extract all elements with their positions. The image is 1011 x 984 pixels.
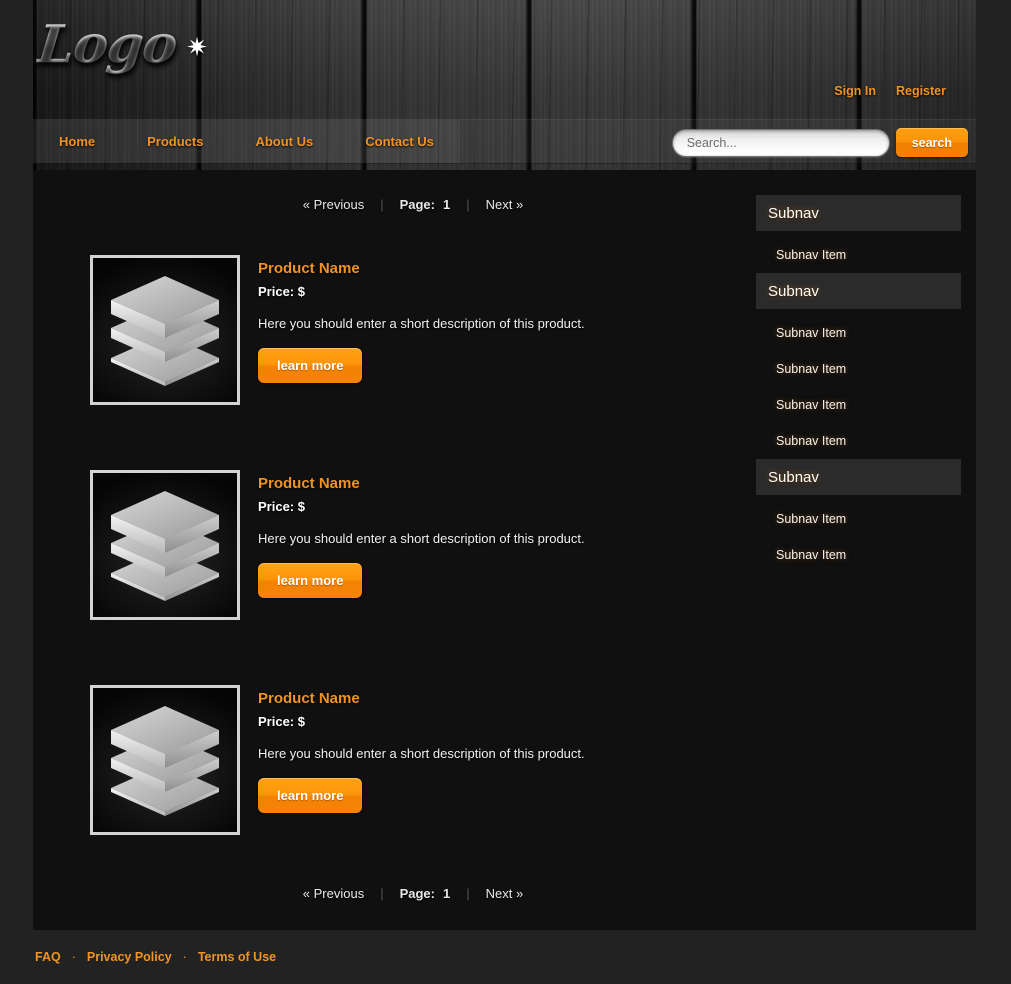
- product-thumbnail[interactable]: [90, 470, 240, 620]
- product-info: Product Name Price: $ Here you should en…: [258, 475, 738, 598]
- learn-more-button[interactable]: learn more: [258, 778, 363, 813]
- site-header: Logo ✷ Sign In Register Home Products Ab…: [33, 0, 976, 170]
- product-row: Product Name Price: $ Here you should en…: [90, 470, 750, 685]
- pagination-separator: |: [466, 197, 470, 212]
- sidebar-item-subnav[interactable]: Subnav Item: [756, 315, 961, 351]
- nav-item-contact-us[interactable]: Contact Us: [339, 120, 460, 163]
- sidebar-item-subnav[interactable]: Subnav Item: [756, 501, 961, 537]
- sidebar-item-subnav[interactable]: Subnav Item: [756, 237, 961, 273]
- product-price: Price: $: [258, 284, 305, 299]
- nav-item-about-us[interactable]: About Us: [229, 120, 340, 163]
- register-link[interactable]: Register: [896, 84, 946, 98]
- next-page-link[interactable]: Next »: [472, 197, 538, 212]
- nav-link-about-us[interactable]: About Us: [229, 120, 340, 163]
- stacked-layers-icon: [111, 491, 219, 601]
- subnav-header: Subnav: [756, 195, 961, 231]
- stacked-layers-icon: [111, 706, 219, 816]
- product-description: Here you should enter a short descriptio…: [258, 316, 585, 331]
- learn-more-button[interactable]: learn more: [258, 563, 363, 598]
- footer-link-faq[interactable]: FAQ: [35, 950, 61, 964]
- product-description: Here you should enter a short descriptio…: [258, 531, 585, 546]
- product-thumbnail[interactable]: [90, 255, 240, 405]
- footer-link-privacy-policy[interactable]: Privacy Policy: [87, 950, 172, 964]
- site-footer: FAQ · Privacy Policy · Terms of Use: [0, 930, 1011, 984]
- main-navigation: Home Products About Us Contact Us search: [33, 119, 976, 164]
- starburst-icon: ✷: [186, 32, 208, 62]
- stacked-layers-icon: [111, 276, 219, 386]
- pagination-separator: |: [380, 197, 384, 212]
- content-panel: « Previous | Page: 1 | Next » Product Na…: [33, 170, 976, 930]
- page-label: Page:: [399, 197, 435, 212]
- page-root: Logo ✷ Sign In Register Home Products Ab…: [0, 0, 1011, 984]
- product-price: Price: $: [258, 499, 305, 514]
- product-title: Product Name: [258, 475, 360, 492]
- product-title: Product Name: [258, 690, 360, 707]
- product-description: Here you should enter a short descriptio…: [258, 746, 585, 761]
- search-button[interactable]: search: [895, 128, 968, 157]
- product-price: Price: $: [258, 714, 305, 729]
- next-page-link[interactable]: Next »: [472, 886, 538, 901]
- sign-in-link[interactable]: Sign In: [834, 84, 876, 98]
- sidebar-item-subnav[interactable]: Subnav Item: [756, 351, 961, 387]
- product-list: Product Name Price: $ Here you should en…: [90, 255, 750, 900]
- product-info: Product Name Price: $ Here you should en…: [258, 260, 738, 383]
- pagination-separator: |: [380, 886, 384, 901]
- learn-more-button[interactable]: learn more: [258, 348, 363, 383]
- sidebar-item-subnav[interactable]: Subnav Item: [756, 537, 961, 573]
- product-row: Product Name Price: $ Here you should en…: [90, 685, 750, 900]
- account-links: Sign In Register: [834, 84, 946, 98]
- site-logo[interactable]: Logo ✷: [34, 14, 238, 104]
- nav-item-products[interactable]: Products: [121, 120, 230, 163]
- footer-separator: ·: [182, 950, 187, 964]
- previous-page-link[interactable]: « Previous: [289, 197, 378, 212]
- footer-separator: ·: [71, 950, 76, 964]
- search-input[interactable]: [671, 128, 890, 157]
- nav-item-home[interactable]: Home: [33, 120, 122, 163]
- previous-page-link[interactable]: « Previous: [289, 886, 378, 901]
- page-label: Page:: [399, 886, 435, 901]
- sidebar: Subnav Subnav Item Subnav Subnav Item Su…: [756, 195, 961, 573]
- pagination-bottom: « Previous | Page: 1 | Next »: [33, 886, 793, 901]
- sidebar-item-subnav[interactable]: Subnav Item: [756, 387, 961, 423]
- pagination-separator: |: [466, 886, 470, 901]
- subnav-header: Subnav: [756, 459, 961, 495]
- product-title: Product Name: [258, 260, 360, 277]
- product-info: Product Name Price: $ Here you should en…: [258, 690, 738, 813]
- nav-link-products[interactable]: Products: [121, 120, 230, 163]
- product-thumbnail[interactable]: [90, 685, 240, 835]
- footer-link-terms-of-use[interactable]: Terms of Use: [198, 950, 276, 964]
- sidebar-item-subnav[interactable]: Subnav Item: [756, 423, 961, 459]
- search-box: search: [671, 128, 968, 157]
- nav-link-home[interactable]: Home: [33, 120, 122, 163]
- product-row: Product Name Price: $ Here you should en…: [90, 255, 750, 470]
- subnav-header: Subnav: [756, 273, 961, 309]
- page-number: 1: [443, 886, 451, 901]
- page-number: 1: [443, 197, 451, 212]
- logo-text: Logo: [34, 14, 180, 75]
- pagination-top: « Previous | Page: 1 | Next »: [33, 197, 793, 212]
- nav-link-contact-us[interactable]: Contact Us: [339, 120, 460, 163]
